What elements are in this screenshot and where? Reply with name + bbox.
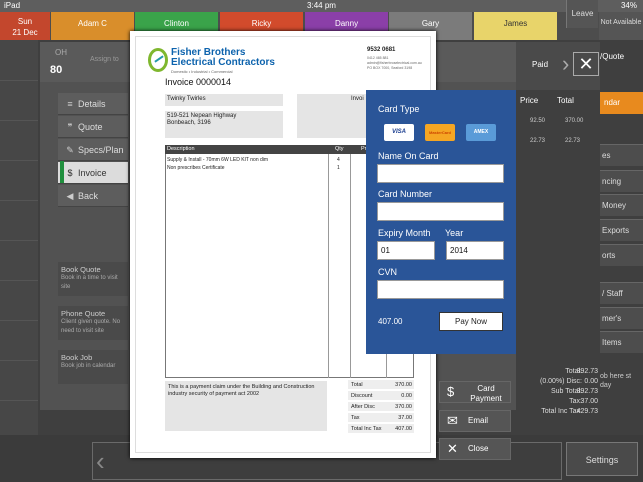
payment-claim-note: This is a payment claim under the Buildi…	[165, 381, 327, 431]
company-logo	[148, 48, 168, 72]
row-total: 22.73	[565, 138, 581, 144]
assign-label: Assign to	[90, 56, 119, 63]
paid-label: Paid	[532, 60, 549, 69]
payment-amount: 407.00	[378, 317, 403, 326]
menu-button[interactable]: / Staff	[600, 282, 643, 304]
company-tagline: Domestic • Industrial • Commercial	[171, 69, 233, 74]
close-button[interactable]: ✕ Close	[439, 438, 511, 460]
summary-value: 429.73	[576, 408, 598, 415]
battery-level: 34%	[620, 1, 637, 10]
invoice-title: Invoice 0000014	[165, 77, 232, 87]
company-phone: 9532 0681	[367, 47, 396, 53]
card-number-input[interactable]	[377, 202, 504, 221]
chevron-right-icon: ›	[562, 51, 570, 76]
summary-value: 37.00	[580, 398, 598, 405]
row-total: 370.00	[565, 118, 584, 124]
nav-selected-indicator	[60, 161, 64, 183]
client-name: Twinky Twirles	[165, 94, 283, 106]
line-desc: Non prescribes Certificate	[167, 165, 225, 171]
invoice-total-row: Tax 37.00	[348, 413, 414, 423]
phone-quote-button[interactable]: Phone Quote Client given quote. No need t…	[58, 306, 128, 340]
mastercard-icon[interactable]: MasterCard	[425, 124, 455, 141]
arrow-left-icon: ◀	[66, 191, 74, 201]
menu-button[interactable]: orts	[600, 244, 643, 266]
email-button[interactable]: ✉ Email	[439, 410, 511, 432]
company-name: Fisher Brothers Electrical Contractors	[171, 47, 275, 68]
date-header[interactable]: Sun 21 Dec	[0, 12, 50, 40]
price-header: Price	[520, 96, 539, 105]
year-input[interactable]: 2014	[446, 241, 504, 260]
invoice-meta: Invoi	[297, 94, 367, 138]
card-payment-button[interactable]: $ Card Payment	[439, 381, 511, 403]
invoice-total-row: After Disc 370.00	[348, 402, 414, 412]
envelope-icon: ✉	[447, 413, 458, 428]
nav-quote[interactable]: ❞ Quote	[58, 116, 128, 138]
drop-hint: ob here st day	[600, 373, 632, 389]
quote-icon: ❞	[67, 122, 73, 132]
expiry-month-input[interactable]: 01	[377, 241, 435, 260]
leave-button[interactable]: Leave	[566, 0, 598, 28]
row-price: 92.50	[530, 118, 546, 124]
card-type-label: Card Type	[378, 104, 420, 114]
line-desc: Supply & Install - 70mm 6W LED KIT non d…	[167, 157, 269, 163]
pay-now-button[interactable]: Pay Now	[439, 312, 503, 331]
dollar-icon: $	[447, 384, 455, 399]
nav-details[interactable]: ≡ Details	[58, 93, 128, 115]
close-icon: ✕	[447, 441, 458, 456]
name-on-card-input[interactable]	[377, 164, 504, 183]
line-qty: 4	[337, 157, 340, 163]
job-prefix: OH	[55, 48, 67, 57]
status-bar: iPad 3:44 pm 34%	[0, 0, 643, 12]
name-on-card-label: Name On Card	[378, 151, 439, 161]
list-icon: ≡	[67, 99, 73, 109]
chevron-left-icon[interactable]: ‹	[96, 444, 105, 478]
not-available-button[interactable]: Not Available	[599, 12, 643, 40]
cvn-input[interactable]	[377, 280, 504, 299]
menu-button[interactable]: ncing	[600, 170, 643, 192]
calendar-time-column	[0, 40, 38, 440]
nav-invoice[interactable]: $ Invoice	[58, 162, 128, 184]
summary-value: 392.73	[576, 388, 598, 395]
pencil-icon: ✎	[66, 145, 74, 155]
menu-button[interactable]: Exports	[600, 219, 643, 241]
year-label: Year	[445, 228, 464, 238]
menu-button[interactable]: Money	[600, 194, 643, 216]
card-number-label: Card Number	[378, 189, 433, 199]
calendar-button[interactable]: ndar	[600, 92, 643, 114]
dollar-icon: $	[67, 168, 73, 178]
book-quote-button[interactable]: Book Quote Book in a time to visit site	[58, 262, 128, 296]
job-number: 80	[50, 64, 63, 76]
staff-column-header[interactable]: Adam C	[51, 12, 134, 40]
menu-button[interactable]: es	[600, 144, 643, 166]
close-icon[interactable]: ✕	[573, 52, 599, 76]
menu-button[interactable]: Items	[600, 331, 643, 353]
quote-button[interactable]: /Quote	[600, 44, 643, 70]
line-qty: 1	[337, 165, 340, 171]
expiry-month-label: Expiry Month	[378, 228, 431, 238]
invoice-total-row: Total 370.00	[348, 380, 414, 390]
row-price: 22.73	[530, 138, 546, 144]
cvn-label: CVN	[378, 267, 398, 277]
company-contact: 0412 465 881 admin@fisherbroselectrical.…	[367, 56, 422, 70]
summary-value: 392.73	[576, 368, 598, 375]
clock: 3:44 pm	[307, 1, 336, 10]
menu-button[interactable]: mer's	[600, 307, 643, 329]
visa-card-icon[interactable]: VISA	[384, 124, 414, 141]
invoice-total-row: Total Inc Tax 407.00	[348, 424, 414, 434]
summary-value: 0.00	[584, 378, 598, 385]
nav-back[interactable]: ◀ Back	[58, 185, 128, 207]
client-address: 519-521 Nepean Highway Bonbeach, 3196	[165, 111, 283, 138]
book-job-button[interactable]: Book Job Book job in calendar	[58, 350, 128, 384]
nav-specs-plan[interactable]: ✎ Specs/Plan	[58, 139, 128, 161]
staff-column-header[interactable]: James	[474, 12, 557, 40]
amex-card-icon[interactable]: AMEX	[466, 124, 496, 141]
total-header: Total	[557, 96, 574, 105]
invoice-total-row: Discount 0.00	[348, 391, 414, 401]
settings-button[interactable]: Settings	[566, 442, 638, 476]
